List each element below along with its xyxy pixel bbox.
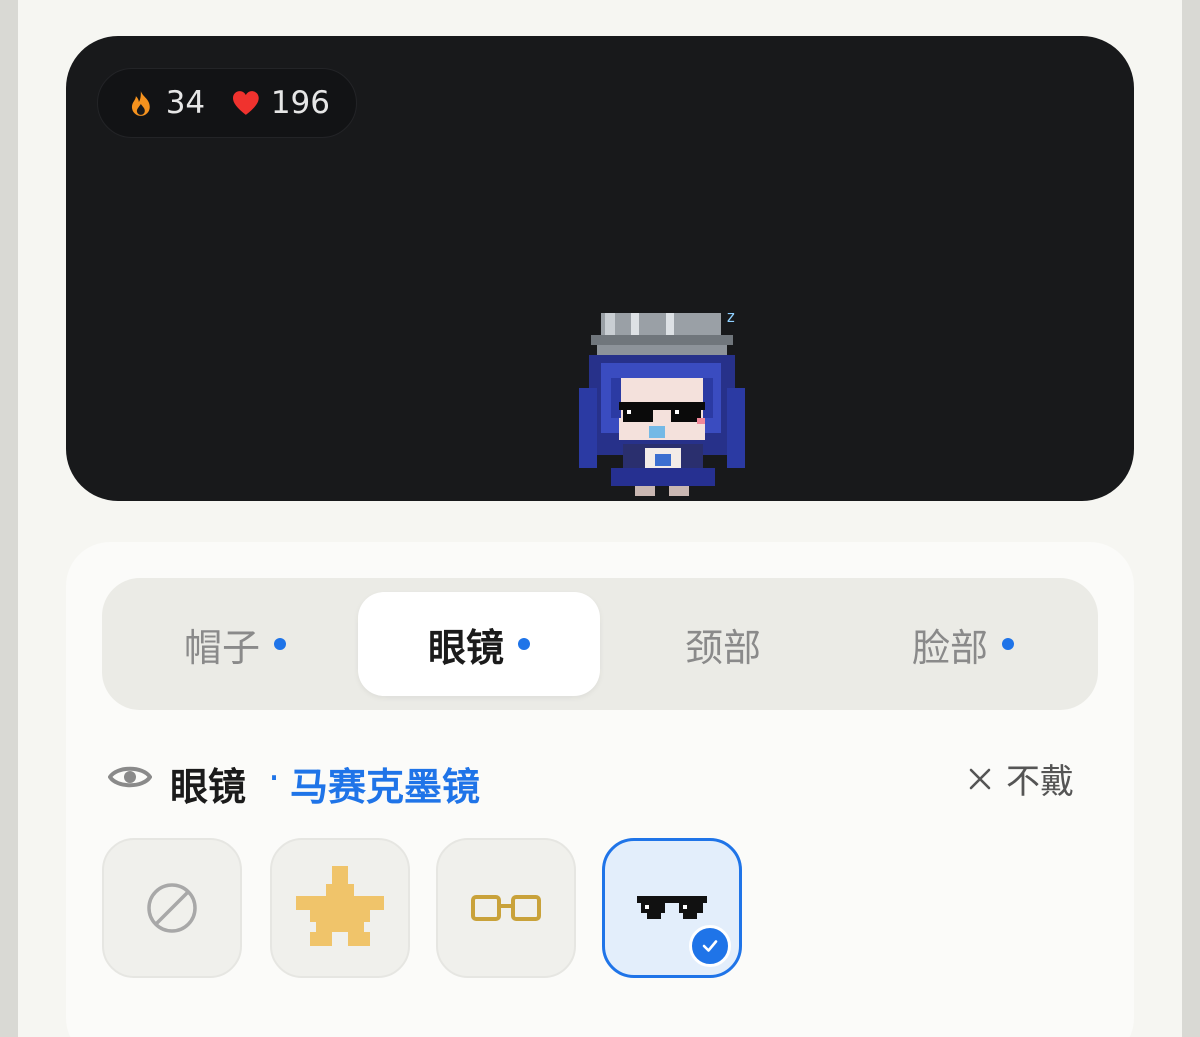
item-pixel-sunglasses[interactable] <box>602 838 742 978</box>
wardrobe-sheet: 帽子 眼镜 颈部 脸部 眼镜 · 马赛克墨镜 不戴 <box>66 542 1134 1037</box>
close-icon <box>969 768 991 789</box>
section-title: 眼镜 <box>170 765 247 809</box>
section-header: 眼镜 · 马赛克墨镜 不戴 <box>106 752 1086 809</box>
selected-check-badge <box>689 925 731 967</box>
tab-glasses[interactable]: 眼镜 <box>358 592 600 696</box>
app-screen: 34 196 z 帽子 眼镜 颈部 脸部 眼镜 · 马赛克墨镜 不戴 <box>18 0 1182 1037</box>
streak-count: 34 <box>165 85 206 121</box>
likes-count: 196 <box>270 85 330 121</box>
flame-icon <box>131 91 150 116</box>
new-dot-indicator <box>1002 638 1014 650</box>
pixel-sunglasses-icon <box>637 896 707 919</box>
pixel-character: z <box>579 307 745 496</box>
tab-neck[interactable]: 颈部 <box>608 592 838 696</box>
item-star[interactable] <box>258 826 426 994</box>
tab-label: 脸部 <box>911 625 988 670</box>
unwear-button[interactable]: 不戴 <box>968 754 1074 803</box>
selected-item-name: 马赛克墨镜 <box>290 765 481 809</box>
item-round-glasses[interactable] <box>436 838 576 978</box>
tab-label: 帽子 <box>183 625 260 670</box>
section-separator: · <box>268 756 281 800</box>
none-icon <box>147 883 197 933</box>
tab-label: 颈部 <box>684 625 761 670</box>
tab-face[interactable]: 脸部 <box>846 592 1080 696</box>
heart-icon <box>233 91 259 115</box>
tab-hat[interactable]: 帽子 <box>120 592 350 696</box>
avatar-stage: 34 196 z <box>66 36 1134 501</box>
item-grid <box>102 826 802 994</box>
new-dot-indicator <box>274 638 286 650</box>
star-icon <box>296 866 384 946</box>
stats-pill: 34 196 <box>97 68 357 138</box>
new-dot-indicator <box>518 638 530 650</box>
round-glasses-icon <box>471 895 541 921</box>
item-none[interactable] <box>102 838 242 978</box>
category-tabs: 帽子 眼镜 颈部 脸部 <box>102 578 1098 710</box>
sleep-z-icon: z <box>726 307 736 326</box>
eye-icon[interactable] <box>108 762 152 792</box>
check-icon <box>702 940 718 952</box>
unwear-label: 不戴 <box>1006 762 1074 802</box>
tab-label: 眼镜 <box>427 625 504 670</box>
